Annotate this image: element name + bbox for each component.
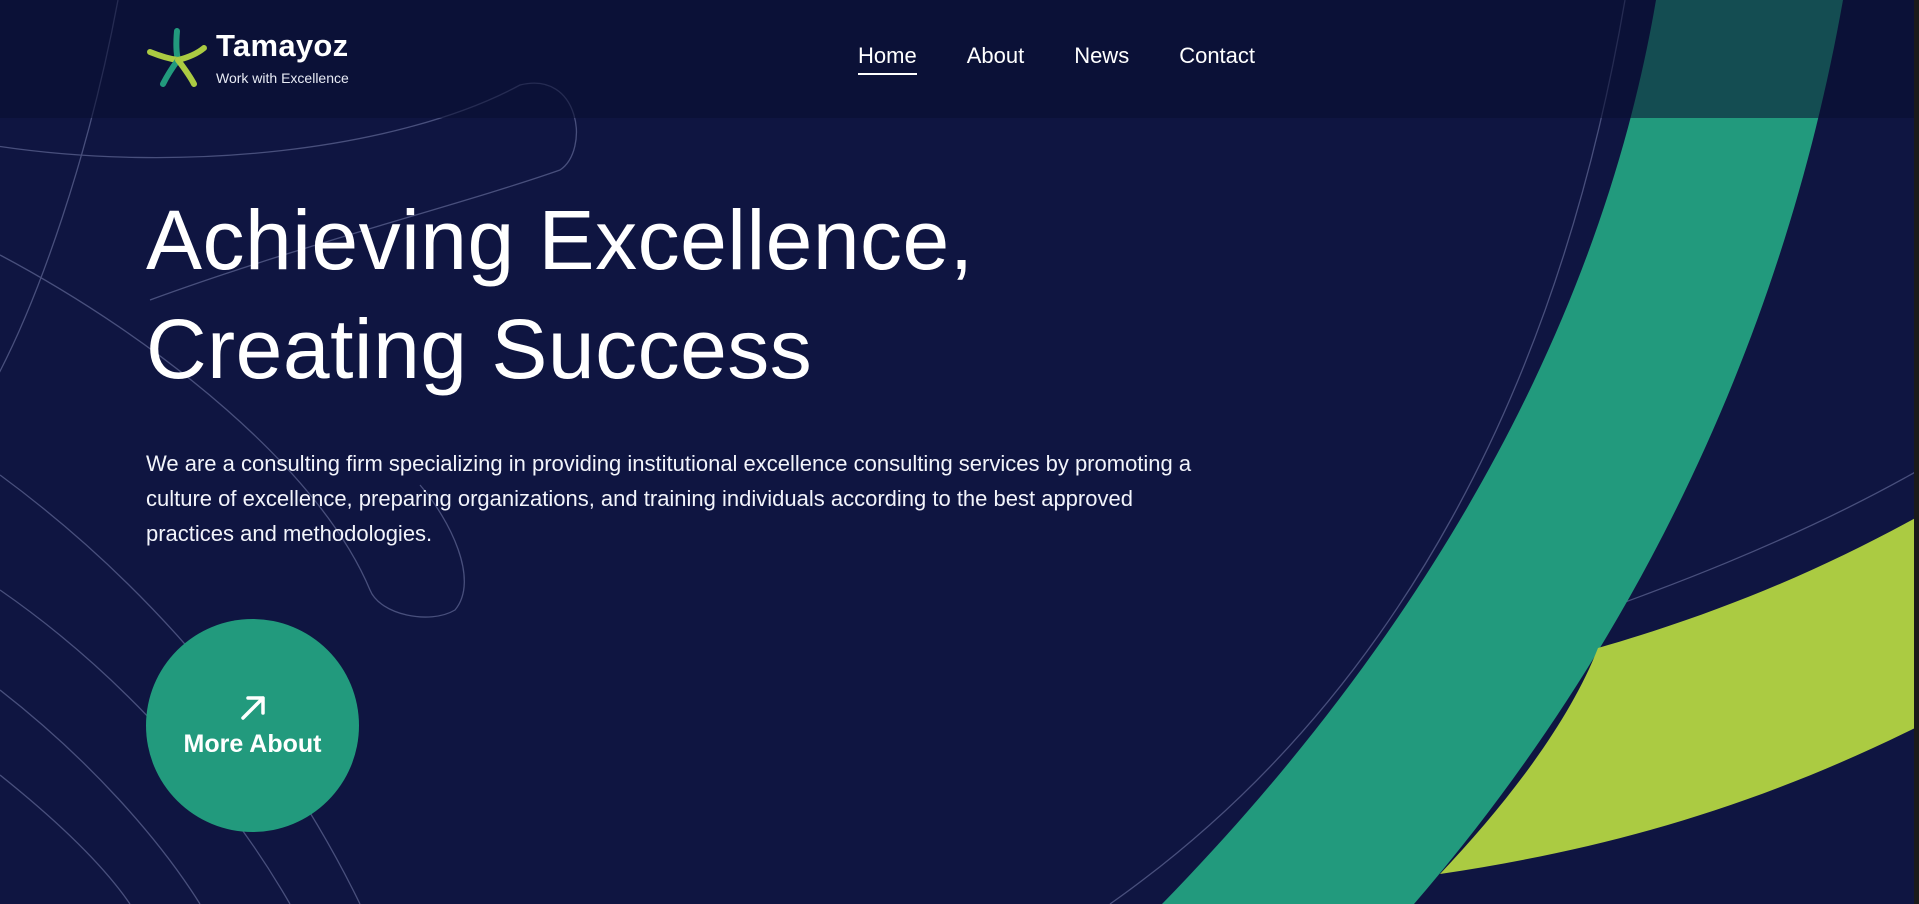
main-nav: Home About News Contact bbox=[858, 42, 1305, 75]
brand-tagline: Work with Excellence bbox=[216, 70, 349, 86]
more-about-label: More About bbox=[183, 729, 322, 758]
hero-title-line-1: Achieving Excellence, bbox=[146, 193, 974, 287]
hero-section: Achieving Excellence, Creating Success W… bbox=[146, 186, 1216, 551]
star-logo-icon bbox=[147, 28, 207, 87]
nav-item-about[interactable]: About bbox=[967, 42, 1025, 75]
more-about-button[interactable]: More About bbox=[146, 619, 359, 832]
hero-description: We are a consulting firm specializing in… bbox=[146, 451, 1192, 546]
brand-name: Tamayoz bbox=[216, 28, 349, 63]
page-scrollbar[interactable] bbox=[1914, 0, 1919, 904]
page: Tamayoz Work with Excellence Home About … bbox=[0, 0, 1919, 904]
arrow-up-right-icon bbox=[240, 695, 265, 720]
nav-item-home[interactable]: Home bbox=[858, 42, 917, 75]
top-navbar: Tamayoz Work with Excellence Home About … bbox=[0, 0, 1919, 118]
nav-item-news[interactable]: News bbox=[1074, 42, 1129, 75]
brand-logo[interactable]: Tamayoz Work with Excellence bbox=[146, 26, 349, 90]
nav-item-contact[interactable]: Contact bbox=[1179, 42, 1255, 75]
hero-title: Achieving Excellence, Creating Success bbox=[146, 186, 1216, 404]
hero-title-line-2: Creating Success bbox=[146, 302, 813, 396]
